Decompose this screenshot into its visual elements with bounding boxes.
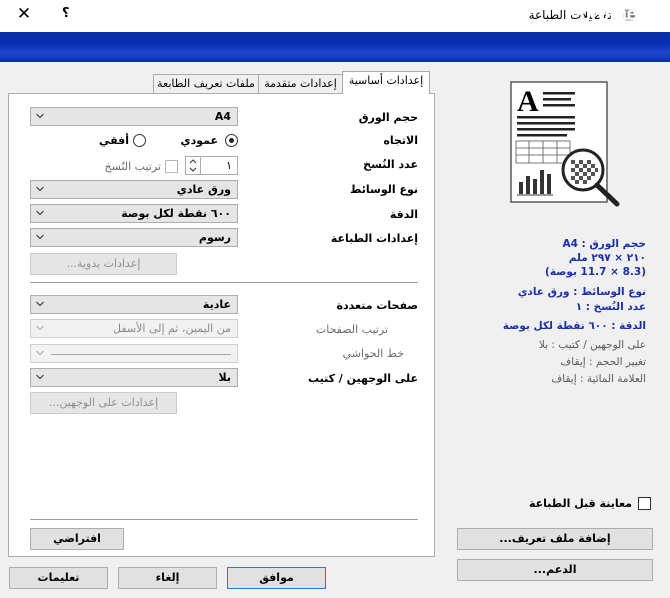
chevron-down-icon <box>36 186 44 192</box>
copies-stepper[interactable] <box>186 157 201 174</box>
landscape-radio[interactable] <box>133 134 146 147</box>
help-text-button[interactable]: تعليمات <box>9 567 108 589</box>
copies-label: عدد النُسخ <box>363 158 418 171</box>
duplex-settings-button[interactable]: إعدادات على الوجهين... <box>30 392 177 414</box>
section-divider <box>30 282 418 283</box>
media-type-select[interactable]: ورق عادي <box>30 180 238 199</box>
border-line-label: خط الحواشي <box>342 347 404 360</box>
portrait-radio[interactable] <box>225 134 238 147</box>
multiple-page-select[interactable]: عادية <box>30 295 238 314</box>
chevron-down-icon <box>36 113 44 119</box>
chevron-down-icon <box>36 301 44 307</box>
portrait-label: عمودي <box>180 134 218 147</box>
copies-input[interactable]: ١ <box>185 156 238 175</box>
page-order-value: من اليمين، ثم إلى الأسفل <box>113 322 231 335</box>
stepper-up-icon[interactable] <box>189 158 197 165</box>
chevron-down-icon <box>36 234 44 240</box>
svg-text:A: A <box>517 85 539 118</box>
resolution-value: ٦٠٠ نقطة لكل بوصة <box>121 207 231 220</box>
paper-size-value: A4 <box>214 110 231 123</box>
paper-size-select[interactable]: A4 <box>30 107 238 126</box>
duplex-label: على الوجهين / كتيب <box>307 372 418 385</box>
summary-paper-size: حجم الورق : A4 <box>562 238 646 250</box>
print-settings-label: إعدادات الطباعة <box>330 232 418 245</box>
support-button[interactable]: الدعم... <box>457 559 653 581</box>
duplex-select[interactable]: بلا <box>30 368 238 387</box>
summary-scaling: تغيير الحجم : إيقاف <box>560 356 646 368</box>
border-line-sample <box>51 354 231 355</box>
close-button[interactable]: ✕ <box>14 4 34 24</box>
chevron-down-icon <box>36 325 44 331</box>
chevron-down-icon <box>36 350 44 356</box>
summary-inches: (8.3 × 11.7 بوصة) <box>545 266 646 278</box>
page-order-select[interactable]: من اليمين، ثم إلى الأسفل <box>30 319 238 338</box>
summary-resolution: الدقة : ٦٠٠ نقطة لكل بوصة <box>502 320 646 332</box>
tab-basic[interactable]: إعدادات أساسية <box>342 71 430 94</box>
media-type-value: ورق عادي <box>176 183 231 196</box>
print-settings-value: رسوم <box>198 231 231 244</box>
landscape-label: أفقي <box>98 134 129 147</box>
summary-duplex: على الوجهين / كتيب : بلا <box>538 339 646 351</box>
summary-copies: عدد النُسخ : ١ <box>575 301 646 313</box>
collate-label: ترتيب النُسخ <box>104 160 161 173</box>
print-preview-label: معاينة قبل الطباعة <box>528 497 632 510</box>
tab-printer-profiles[interactable]: ملفات تعريف الطابعة <box>153 74 259 93</box>
ok-button[interactable]: موافق <box>227 567 326 589</box>
copies-value: ١ <box>226 159 232 172</box>
media-type-label: نوع الوسائط <box>349 183 418 196</box>
brand-banner <box>0 32 670 62</box>
add-profile-button[interactable]: إضافة ملف تعريف... <box>457 528 653 550</box>
summary-media-type: نوع الوسائط : ورق عادي <box>517 286 646 298</box>
collate-checkbox[interactable] <box>165 160 178 173</box>
stepper-down-icon[interactable] <box>189 166 197 173</box>
default-button[interactable]: افتراضي <box>30 528 124 550</box>
manual-settings-button[interactable]: إعدادات يدوية... <box>30 253 177 275</box>
document-preview-icon: A <box>510 81 620 207</box>
resolution-label: الدقة <box>389 208 418 221</box>
chevron-down-icon <box>36 210 44 216</box>
paper-size-label: حجم الورق <box>358 111 418 124</box>
print-preview-checkbox[interactable] <box>638 497 651 510</box>
page-order-label: ترتيب الصفحات <box>315 323 388 336</box>
print-settings-select[interactable]: رسوم <box>30 228 238 247</box>
summary-watermark: العلامة المائية : إيقاف <box>551 373 646 385</box>
multiple-page-value: عادية <box>202 298 231 311</box>
tab-advanced[interactable]: إعدادات متقدمة <box>258 74 343 93</box>
multiple-page-label: صفحات متعددة <box>336 299 419 312</box>
help-button[interactable]: ؟ <box>62 6 70 21</box>
bottom-divider <box>30 519 418 520</box>
chevron-down-icon <box>36 374 44 380</box>
duplex-value: بلا <box>218 371 231 384</box>
resolution-select[interactable]: ٦٠٠ نقطة لكل بوصة <box>30 204 238 223</box>
orientation-label: الاتجاه <box>383 134 418 147</box>
brother-logo: brother <box>579 4 645 25</box>
cancel-button[interactable]: إلغاء <box>118 567 217 589</box>
border-line-select[interactable] <box>30 344 238 363</box>
summary-dimensions: ٢١٠ × ٢٩٧ ملم <box>568 252 646 264</box>
